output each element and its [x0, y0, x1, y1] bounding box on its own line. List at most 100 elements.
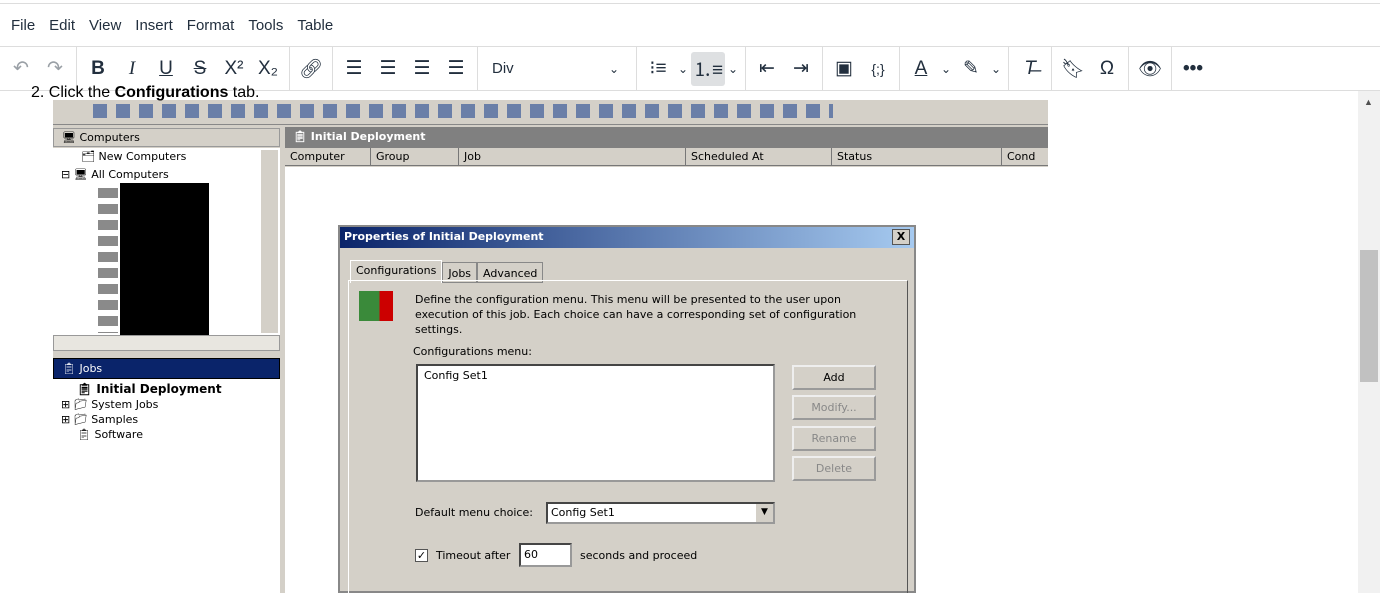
close-button[interactable]: X	[892, 229, 910, 245]
jobs-icon: 📋︎	[62, 362, 80, 375]
chevron-down-icon[interactable]: ⌄	[938, 62, 954, 76]
scroll-up-icon[interactable]: ▲	[1364, 97, 1373, 107]
timeout-input[interactable]: 60	[519, 543, 572, 567]
link-icon[interactable]: 🔗︎	[294, 52, 328, 86]
highlight-icon[interactable]: ✎	[954, 52, 988, 86]
dropdown-arrow-icon[interactable]: ▼	[756, 504, 773, 522]
menu-format[interactable]: Format	[180, 17, 242, 34]
tab-panel: Define the configuration menu. This menu…	[348, 280, 908, 593]
menubar: File Edit View Insert Format Tools Table	[0, 3, 1380, 47]
tree-label: System Jobs	[91, 398, 159, 411]
configurations-menu-label: Configurations menu:	[413, 345, 532, 358]
tree-item-new-computers[interactable]: 🗂︎ New Computers	[81, 150, 186, 163]
configurations-listbox[interactable]: Config Set1	[416, 364, 775, 482]
image-icon[interactable]: ▣	[827, 52, 861, 86]
subscript-icon[interactable]: X₂	[251, 52, 285, 86]
timeout-label: Timeout after	[436, 549, 511, 562]
outdent-icon[interactable]: ⇤	[750, 52, 784, 86]
tree-label: Software	[94, 428, 143, 441]
timeout-suffix: seconds and proceed	[580, 549, 698, 562]
chevron-down-icon: ⌄	[608, 61, 620, 76]
step-prefix: Click the	[48, 84, 115, 101]
preview-icon[interactable]: 👁︎	[1133, 52, 1167, 86]
column-header[interactable]: Status	[832, 148, 1002, 165]
tree-item-all-computers[interactable]: ⊟ 🖥︎ All Computers	[61, 168, 169, 181]
column-headers: Computer Group Job Scheduled At Status C…	[285, 148, 1048, 166]
menu-table[interactable]: Table	[290, 17, 340, 34]
special-character-icon[interactable]: Ω	[1090, 52, 1124, 86]
column-header[interactable]: Group	[371, 148, 459, 165]
align-right-icon[interactable]: ☰	[405, 52, 439, 86]
block-format-select[interactable]: Div ⌄	[482, 60, 632, 77]
folder-icon: 🗂︎	[81, 150, 95, 163]
configuration-icon	[359, 291, 393, 321]
align-left-icon[interactable]: ☰	[337, 52, 371, 86]
embedded-screenshot: 🖥︎ Computers 🗂︎ New Computers ⊟ 🖥︎ All C…	[53, 100, 1048, 593]
jobs-pane: 📋︎ Jobs 📋︎ Initial Deployment ⊞ 📁︎ Syste…	[53, 358, 280, 593]
align-center-icon[interactable]: ☰	[371, 52, 405, 86]
underline-icon[interactable]: U	[149, 52, 183, 86]
chevron-down-icon[interactable]: ⌄	[725, 62, 741, 76]
dialog-title: Properties of Initial Deployment	[344, 230, 544, 243]
list-item[interactable]: Config Set1	[424, 369, 767, 382]
modify-button[interactable]: Modify...	[792, 395, 876, 420]
tree-item-samples[interactable]: ⊞ 📁︎ Samples	[53, 411, 280, 426]
text-color-icon[interactable]: A	[904, 52, 938, 86]
bold-icon[interactable]: B	[81, 52, 115, 86]
menu-edit[interactable]: Edit	[42, 17, 82, 34]
bullet-list-icon[interactable]: ⁝≡	[641, 52, 675, 86]
tree-item-software[interactable]: 📋︎ Software	[53, 426, 280, 441]
step-suffix: tab.	[228, 84, 260, 101]
pane-title-label: Initial Deployment	[310, 130, 426, 143]
chevron-down-icon[interactable]: ⌄	[988, 62, 1004, 76]
superscript-icon[interactable]: X²	[217, 52, 251, 86]
tree-label: Initial Deployment	[96, 382, 222, 396]
tree-label: Samples	[91, 413, 139, 426]
editor-scrollbar[interactable]: ▲	[1358, 91, 1380, 593]
bookmark-icon[interactable]: 🔖︎	[1056, 52, 1090, 86]
menu-view[interactable]: View	[82, 17, 128, 34]
computer-tree: 🗂︎ New Computers ⊟ 🖥︎ All Computers	[53, 148, 280, 335]
tree-label: New Computers	[98, 150, 187, 163]
block-format-value: Div	[492, 60, 514, 77]
column-header[interactable]: Cond	[1002, 148, 1040, 165]
column-header[interactable]: Scheduled At	[686, 148, 832, 165]
menu-tools[interactable]: Tools	[241, 17, 290, 34]
computer-icons	[98, 188, 118, 333]
computers-header-label: Computers	[79, 131, 140, 144]
redo-icon[interactable]: ↷	[38, 52, 72, 86]
clear-formatting-icon[interactable]: T̶	[1013, 52, 1047, 86]
tree-item-system-jobs[interactable]: ⊞ 📁︎ System Jobs	[53, 396, 280, 411]
scrollbar-thumb[interactable]	[1360, 250, 1378, 382]
default-choice-label: Default menu choice:	[415, 506, 533, 519]
chevron-down-icon[interactable]: ⌄	[675, 62, 691, 76]
delete-button[interactable]: Delete	[792, 456, 876, 481]
justify-icon[interactable]: ☰	[439, 52, 473, 86]
jobs-header-label: Jobs	[79, 362, 103, 375]
code-sample-icon[interactable]: {;}	[861, 52, 895, 86]
default-choice-select[interactable]: Config Set1 ▼	[546, 502, 775, 524]
menu-file[interactable]: File	[4, 17, 42, 34]
rename-button[interactable]: Rename	[792, 426, 876, 451]
column-header[interactable]: Computer	[285, 148, 371, 165]
horizontal-scrollbar[interactable]	[53, 335, 280, 351]
computers-header: 🖥︎ Computers	[53, 128, 280, 147]
indent-icon[interactable]: ⇥	[784, 52, 818, 86]
column-header[interactable]: Job	[459, 148, 686, 165]
computers-icon: 🖥︎	[73, 168, 88, 181]
computers-icon: 🖥︎	[62, 131, 80, 144]
undo-icon[interactable]: ↶	[4, 52, 38, 86]
toolbar-icons	[93, 104, 833, 118]
more-icon[interactable]: •••	[1176, 52, 1210, 86]
menu-insert[interactable]: Insert	[128, 17, 180, 34]
timeout-checkbox[interactable]: ✓	[415, 549, 428, 562]
vertical-scrollbar[interactable]	[261, 150, 278, 333]
italic-icon[interactable]: I	[115, 52, 149, 86]
redaction	[120, 183, 209, 335]
add-button[interactable]: Add	[792, 365, 876, 390]
jobs-header[interactable]: 📋︎ Jobs	[53, 358, 280, 379]
tree-item-initial-deployment[interactable]: 📋︎ Initial Deployment	[53, 379, 280, 396]
step-text: 2. Click the Configurations tab.	[31, 84, 260, 102]
strikethrough-icon[interactable]: S	[183, 52, 217, 86]
numbered-list-icon[interactable]: ⒈≡	[691, 51, 725, 86]
